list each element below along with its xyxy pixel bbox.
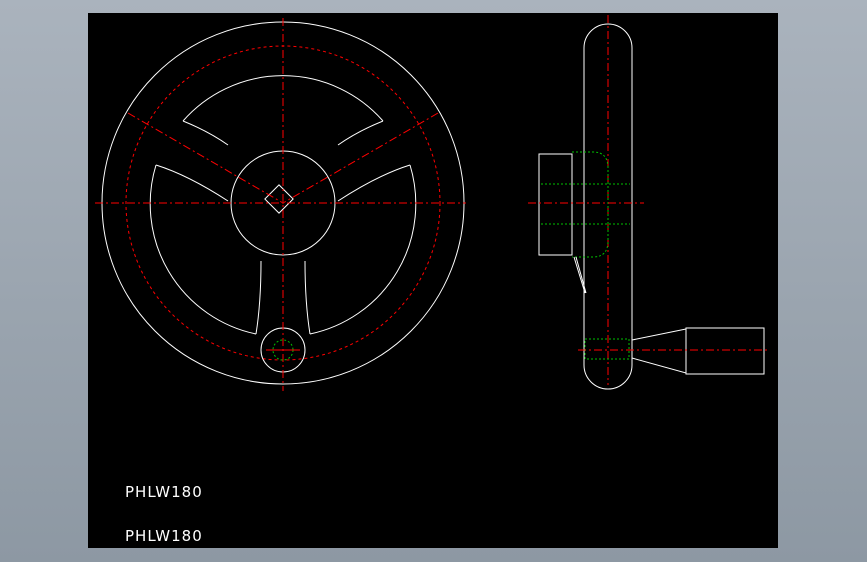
handle-pin-hidden [584,338,630,360]
handle-taper [631,328,687,374]
handle-grip [685,327,765,375]
spoke-edge-3 [155,164,229,202]
part-label-2: PHLW180 [125,527,203,545]
cad-drawing-viewport[interactable]: PHLW180 PHLW180 [88,13,778,548]
part-label-1: PHLW180 [125,483,203,501]
side-view [528,15,768,390]
front-view [95,18,466,391]
spoke-edge-6 [304,260,311,335]
spoke-edge-5 [337,164,411,202]
hub-hidden-profile [572,151,609,258]
spoke-edge-4 [255,260,262,335]
inner-rim-arc-right [309,164,417,335]
inner-rim-arc-left [149,164,257,335]
hub-side-rect [538,153,573,256]
cad-drawing-canvas [95,15,768,391]
